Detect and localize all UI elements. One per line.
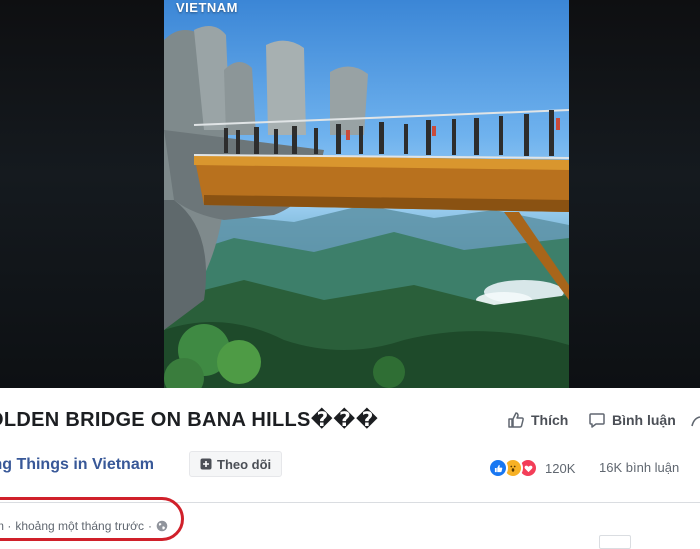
more-options-box[interactable] (599, 535, 631, 549)
comment-button[interactable]: Bình luận (588, 411, 676, 429)
reaction-count: 120K (545, 460, 576, 476)
like-reaction-icon (488, 458, 508, 478)
page-name-link[interactable]: ing Things in Vietnam (0, 456, 154, 474)
comment-icon (589, 413, 605, 428)
video-player[interactable]: VIETNAM (0, 0, 700, 388)
thumbs-up-icon (508, 412, 524, 428)
video-brand-label: VIETNAM (176, 0, 238, 15)
like-label: Thích (531, 412, 569, 428)
video-title: OLDEN BRIDGE ON BANA HILLS��� (0, 409, 379, 431)
share-icon[interactable] (690, 412, 700, 430)
comment-count-link[interactable]: 16K bình luận (599, 460, 679, 475)
annotation-highlight-ring (0, 497, 184, 541)
video-frame[interactable]: VIETNAM (164, 0, 569, 388)
like-button[interactable]: Thích (507, 411, 568, 429)
golden-bridge-image (164, 26, 569, 388)
follow-label: Theo dõi (217, 456, 272, 472)
follow-icon (200, 458, 212, 470)
comment-label: Bình luận (612, 412, 676, 428)
follow-button[interactable]: Theo dõi (189, 451, 283, 477)
reaction-summary[interactable]: 120K (488, 458, 575, 478)
